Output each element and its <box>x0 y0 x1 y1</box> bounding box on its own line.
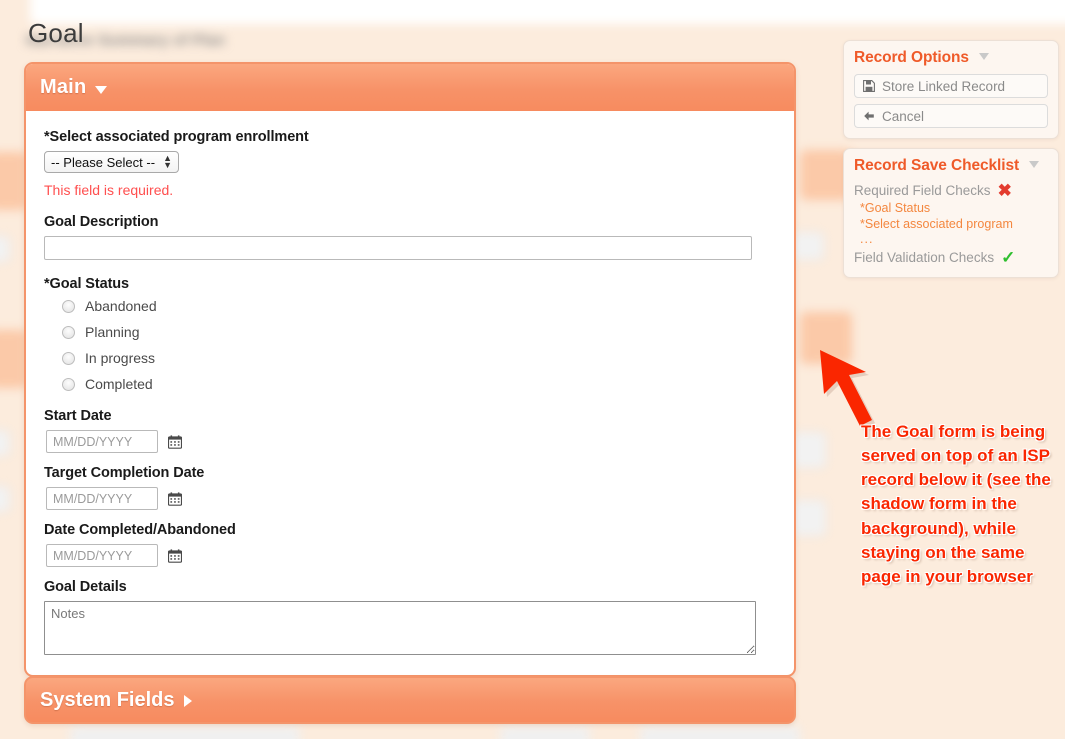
store-linked-record-label: Store Linked Record <box>882 78 1006 94</box>
bg-grey-left-3 <box>0 486 10 512</box>
radio-option-completed[interactable]: Completed <box>62 376 776 392</box>
section-header-label: Main <box>40 76 87 98</box>
radio-label: Abandoned <box>85 298 157 314</box>
cancel-label: Cancel <box>882 108 925 124</box>
field-program-enrollment: *Select associated program enrollment --… <box>44 129 776 198</box>
caret-down-icon <box>95 85 108 94</box>
goal-form-card: Main *Select associated program enrollme… <box>24 62 796 677</box>
radio-dot-icon <box>62 325 75 339</box>
record-save-checklist-title[interactable]: Record Save Checklist <box>854 157 1048 175</box>
target-completion-date-row <box>44 487 776 510</box>
field-date-completed-abandoned: Date Completed/Abandoned <box>44 522 776 567</box>
required-field-item: *Select associated program <box>860 217 1013 231</box>
field-validation-checks-row: Field Validation Checks ✓ <box>854 249 1048 266</box>
required-field-item-ellipsis: ... <box>860 232 874 246</box>
goal-details-textarea[interactable] <box>44 601 756 655</box>
field-goal-status: *Goal Status Abandoned Planning In progr… <box>44 276 776 392</box>
x-mark-icon: ✖ <box>997 181 1012 200</box>
enrollment-error-message: This field is required. <box>44 182 174 198</box>
screenshot-root: Narrative Summary of Plan Goal Main *Sel… <box>0 0 1065 739</box>
annotation-text: The Goal form is being served on top of … <box>861 422 1051 586</box>
calendar-icon[interactable] <box>168 491 182 506</box>
record-options-panel: Record Options Store Linked Record Cance… <box>843 40 1059 139</box>
date-completed-abandoned-row <box>44 544 776 567</box>
cancel-button[interactable]: Cancel <box>854 104 1048 128</box>
calendar-icon[interactable] <box>168 434 182 449</box>
radio-label: In progress <box>85 350 156 366</box>
program-enrollment-select[interactable]: -- Please Select -- <box>44 151 179 173</box>
section-header-main[interactable]: Main <box>26 64 794 111</box>
field-validation-checks-label: Field Validation Checks <box>854 250 995 265</box>
check-mark-icon: ✓ <box>1001 248 1016 267</box>
page-title: Goal <box>28 18 84 48</box>
label-target-completion-date: Target Completion Date <box>44 465 205 481</box>
date-completed-abandoned-input[interactable] <box>46 544 158 567</box>
radio-option-in-progress[interactable]: In progress <box>62 350 776 366</box>
label-goal-description: Goal Description <box>44 214 159 230</box>
section-header-system-fields[interactable]: System Fields <box>24 676 796 724</box>
arrow-left-icon <box>863 110 875 122</box>
program-enrollment-select-wrap: -- Please Select -- ▲ ▼ <box>44 151 179 173</box>
record-options-title[interactable]: Record Options <box>854 49 1048 67</box>
bg-panel-top <box>30 0 1065 24</box>
calendar-icon[interactable] <box>168 548 182 563</box>
goal-description-input[interactable] <box>44 236 752 260</box>
required-field-checks-row: Required Field Checks ✖ <box>854 182 1048 199</box>
target-completion-date-input[interactable] <box>46 487 158 510</box>
label-program-enrollment: *Select associated program enrollment <box>44 129 309 145</box>
radio-dot-icon <box>62 299 75 313</box>
radio-label: Completed <box>85 376 153 392</box>
label-goal-details: Goal Details <box>44 579 127 595</box>
radio-dot-icon <box>62 351 75 365</box>
bg-panel-bottom-3 <box>640 726 800 739</box>
system-fields-label: System Fields <box>40 688 175 711</box>
record-options-title-label: Record Options <box>854 49 969 66</box>
floppy-disk-icon <box>863 80 875 92</box>
required-field-item: *Goal Status <box>860 201 931 215</box>
chevron-down-icon <box>979 53 990 60</box>
field-start-date: Start Date <box>44 408 776 453</box>
chevron-down-icon <box>1029 161 1040 168</box>
label-start-date: Start Date <box>44 408 112 424</box>
start-date-row <box>44 430 776 453</box>
caret-right-icon <box>183 695 192 707</box>
radio-dot-icon <box>62 377 75 391</box>
bg-panel-bottom-1 <box>70 726 300 739</box>
store-linked-record-button[interactable]: Store Linked Record <box>854 74 1048 98</box>
radio-label: Planning <box>85 324 140 340</box>
required-field-checks-label: Required Field Checks <box>854 183 991 198</box>
radio-option-planning[interactable]: Planning <box>62 324 776 340</box>
radio-option-abandoned[interactable]: Abandoned <box>62 298 776 314</box>
bg-grey-left-1 <box>0 236 10 262</box>
record-save-checklist-title-label: Record Save Checklist <box>854 157 1020 174</box>
form-body: *Select associated program enrollment --… <box>26 111 794 675</box>
label-date-completed-abandoned: Date Completed/Abandoned <box>44 522 236 538</box>
field-goal-details: Goal Details <box>44 579 776 655</box>
bg-panel-bottom-2 <box>500 726 590 739</box>
start-date-input[interactable] <box>46 430 158 453</box>
record-save-checklist-panel: Record Save Checklist Required Field Che… <box>843 148 1059 278</box>
bg-grey-left-2 <box>0 430 10 456</box>
label-goal-status: *Goal Status <box>44 276 130 292</box>
field-target-completion-date: Target Completion Date <box>44 465 776 510</box>
field-goal-description: Goal Description <box>44 214 776 260</box>
